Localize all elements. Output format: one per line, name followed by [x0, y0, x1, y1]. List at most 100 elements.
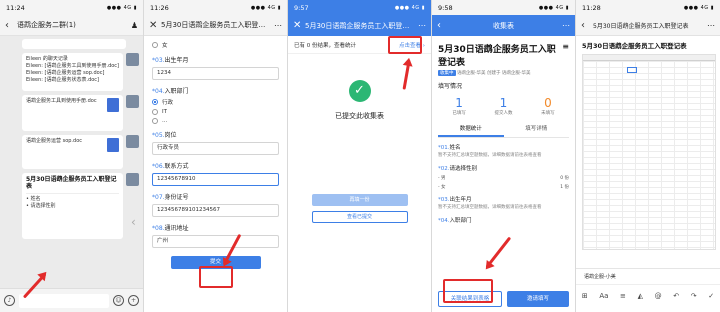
- spreadsheet-grid[interactable]: [582, 54, 716, 250]
- phone-form: 11:26 ●●● 4G ▮ ✕ 5月30日语鹉企服务员工入职登记表 ⋯ 女 *…: [144, 0, 288, 312]
- fill-icon[interactable]: ◭: [638, 292, 643, 300]
- tab-data-stats[interactable]: 数据统计: [438, 121, 504, 137]
- group-members-icon[interactable]: ♟: [126, 21, 138, 30]
- status-indicators: ●●● 4G ▮: [683, 4, 714, 11]
- status-bar: 11:24 ●●● 4G ▮: [0, 0, 143, 15]
- check-icon: ✓: [348, 80, 371, 102]
- status-bar: 9:58 ●●● 4G ▮: [432, 0, 575, 15]
- stats-body: 5月30日语鹉企服务员工入职登记表 ≡ 收集中 语鹉企服-华美 创建于 语鹉企服…: [432, 36, 575, 312]
- status-indicators: ●●● 4G ▮: [538, 4, 569, 11]
- stat-question-gender: *02.请选择性别: [438, 166, 478, 172]
- radio[interactable]: [152, 109, 158, 115]
- form-card-title: 5月30日语鹉企服务员工入职登记表: [26, 176, 117, 190]
- more-icon[interactable]: ⋯: [270, 21, 282, 30]
- invite-button[interactable]: 邀请填写: [507, 291, 569, 307]
- option-it[interactable]: IT: [152, 109, 279, 115]
- radio[interactable]: [152, 118, 158, 124]
- option-other[interactable]: ...: [152, 118, 279, 124]
- stat-row: - 男0 份: [438, 176, 569, 181]
- file-name: 语鹉企服务工具到使用手册.doc: [26, 98, 97, 104]
- more-icon[interactable]: ⋯: [703, 21, 715, 30]
- chevron-left-icon[interactable]: ‹: [131, 215, 136, 229]
- title-row: 5月30日语鹉企服务员工入职登记表 ≡: [438, 36, 569, 68]
- avatar[interactable]: [126, 95, 139, 108]
- status-indicators: ●●● 4G ▮: [250, 4, 281, 11]
- file-card[interactable]: 语鹉企服务工具到使用手册.doc: [22, 95, 123, 131]
- redo-icon[interactable]: ↷: [691, 292, 697, 300]
- emoji-icon[interactable]: ☺: [113, 295, 124, 306]
- birth-input[interactable]: 1234: [152, 67, 279, 80]
- mention-icon[interactable]: @: [655, 292, 662, 300]
- selected-cell[interactable]: [627, 67, 637, 73]
- close-icon[interactable]: ✕: [293, 20, 305, 31]
- fill-again-button[interactable]: 再填一份: [311, 194, 408, 206]
- view-submitted-button[interactable]: 查看已提交: [311, 211, 408, 223]
- undo-icon[interactable]: ↶: [673, 292, 679, 300]
- sheet-heading: 5月30日语鹉企服务员工入职登记表: [582, 42, 687, 50]
- status-bar: 11:26 ●●● 4G ▮: [144, 0, 287, 15]
- chat-messages[interactable]: Eileen 的聊天记录 Eileen: [语鹉企服务工具到使用手册.doc] …: [0, 36, 143, 293]
- edit-toolbar: ⊞ Aa ≡ ◭ @ ↶ ↷ ✓: [576, 285, 720, 307]
- back-icon[interactable]: ‹: [437, 20, 449, 31]
- section-title: 填写情况: [438, 83, 463, 90]
- tab-fill-details[interactable]: 填写详情: [504, 121, 570, 137]
- avatar[interactable]: [126, 173, 139, 186]
- avatar[interactable]: [126, 53, 139, 66]
- phone-sheet: 11:28 ●●● 4G ▮ ‹ 5月30日语鹉企服务员工入职登记表 ⋯ 5月3…: [576, 0, 720, 312]
- clock: 9:57: [294, 3, 309, 12]
- position-input[interactable]: 行政专员: [152, 142, 279, 155]
- message-bubble[interactable]: [22, 39, 126, 49]
- status-bar: 11:28 ●●● 4G ▮: [576, 0, 720, 15]
- status-badge: 收集中: [438, 70, 456, 76]
- font-icon[interactable]: Aa: [599, 292, 608, 300]
- option-admin[interactable]: 行政: [152, 98, 279, 106]
- voice-icon[interactable]: ♪: [4, 295, 15, 306]
- back-icon[interactable]: ‹: [581, 20, 593, 31]
- form-share-card[interactable]: 5月30日语鹉企服务员工入职登记表 • 姓名 • 请选择性别: [22, 173, 123, 239]
- sheet-footer: 语鹉企服-小美 ⊞ Aa ≡ ◭ @ ↶ ↷ ✓: [576, 268, 720, 312]
- status-bar: 9:57 ●●● 4G ▮: [288, 0, 431, 15]
- phone-submitted: 9:57 ●●● 4G ▮ ✕ 5月30日语鹉企服务员工入职登记表 ⋯ 已有 0…: [288, 0, 432, 312]
- sheet-tab[interactable]: 语鹉企服-小美: [576, 269, 720, 285]
- form-card-item: • 请选择性别: [26, 203, 56, 209]
- menu-icon[interactable]: ≡: [562, 42, 569, 51]
- message-row: [4, 39, 139, 49]
- message-row: 语鹉企服务工具到使用手册.doc: [4, 95, 139, 131]
- clock: 9:58: [438, 3, 453, 12]
- message-row: Eileen 的聊天记录 Eileen: [语鹉企服务工具到使用手册.doc] …: [4, 53, 139, 91]
- form-meta: 收集中 语鹉企服-华美 创建于 语鹉企服-华美: [438, 70, 531, 76]
- form-nav-bar: ✕ 5月30日语鹉企服务员工入职登记表 ⋯: [144, 15, 287, 36]
- back-icon[interactable]: ‹: [5, 20, 17, 31]
- address-input[interactable]: 广州: [152, 235, 279, 248]
- chat-record-card[interactable]: Eileen 的聊天记录 Eileen: [语鹉企服务工具到使用手册.doc] …: [22, 53, 123, 91]
- phone-chat: 11:24 ●●● 4G ▮ ‹ 语鹉企服务二群(1) ♟ Eileen 的聊天…: [0, 0, 144, 312]
- form-title: 5月30日语鹉企服务员工入职登记表: [305, 21, 414, 30]
- stat-submitters[interactable]: 1 提交人数: [494, 96, 512, 116]
- stat-unfilled[interactable]: 0 未填写: [541, 96, 555, 116]
- file-card[interactable]: 语鹉企服务运营 sop.doc: [22, 135, 123, 169]
- more-icon[interactable]: ⋯: [558, 21, 570, 30]
- grid-icon[interactable]: ⊞: [582, 292, 588, 300]
- option-female[interactable]: 女: [152, 41, 279, 49]
- question-id: *07.身份证号: [152, 194, 189, 201]
- stat-filled[interactable]: 1 已填写: [452, 96, 466, 116]
- radio-selected[interactable]: [152, 99, 158, 105]
- clock: 11:28: [582, 3, 601, 12]
- screenshot-collage: 11:24 ●●● 4G ▮ ‹ 语鹉企服务二群(1) ♟ Eileen 的聊天…: [0, 0, 720, 312]
- contact-input[interactable]: 12345678910: [152, 173, 279, 186]
- sheet-title: 5月30日语鹉企服务员工入职登记表: [593, 22, 689, 30]
- phone-stats: 9:58 ●●● 4G ▮ ‹ 收集表 ⋯ 5月30日语鹉企服务员工入职登记表 …: [432, 0, 576, 312]
- data-row[interactable]: [583, 67, 715, 73]
- message-input[interactable]: [19, 293, 109, 308]
- plus-icon[interactable]: +: [128, 295, 139, 306]
- id-input[interactable]: 123456789101234567: [152, 204, 279, 217]
- form-title: 5月30日语鹉企服务员工入职登记表: [161, 21, 270, 29]
- nav-title: 收集表: [493, 21, 514, 30]
- done-icon[interactable]: ✓: [708, 292, 714, 300]
- align-icon[interactable]: ≡: [620, 292, 626, 300]
- result-count-text: 已有 0 份结果，查看统计: [294, 42, 356, 49]
- avatar[interactable]: [126, 135, 139, 148]
- more-icon[interactable]: ⋯: [414, 21, 426, 30]
- close-icon[interactable]: ✕: [149, 20, 161, 31]
- radio[interactable]: [152, 42, 158, 48]
